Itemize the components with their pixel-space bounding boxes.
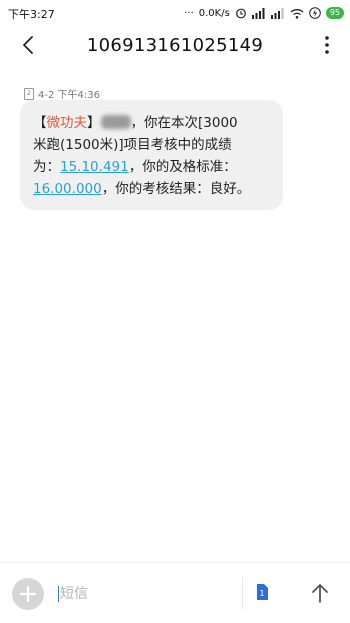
bracket-open: 【 bbox=[33, 115, 47, 131]
header: 106913161025149 bbox=[0, 26, 350, 64]
message-line-1: 【微功夫】 ，你在本次[3000 bbox=[33, 112, 273, 134]
composer-bar: 短信 1 bbox=[0, 562, 350, 623]
network-speed: 0.0K/s bbox=[198, 7, 230, 19]
sim-indicator-icon: 2 bbox=[24, 87, 34, 100]
attach-button[interactable] bbox=[12, 578, 44, 610]
standard-prefix: ，你的及格标准： bbox=[128, 159, 237, 175]
message-line-4: 16.00.000，你的考核结果：良好。 bbox=[33, 178, 273, 200]
score-prefix: 为： bbox=[33, 159, 60, 175]
composer-divider bbox=[242, 577, 243, 609]
status-time: 下午3:27 bbox=[8, 8, 55, 21]
alarm-icon bbox=[235, 8, 246, 19]
score-link[interactable]: 15.10.491 bbox=[60, 159, 129, 175]
status-bar: 下午3:27 ··· 0.0K/s 95 bbox=[0, 0, 350, 26]
charging-icon bbox=[309, 7, 321, 19]
signal-icon bbox=[251, 7, 265, 19]
message-date: 4-2 下午4:36 bbox=[38, 90, 100, 101]
message-input-placeholder: 短信 bbox=[60, 586, 88, 602]
message-line-2: 米跑(1500米)]项目考核中的成绩 bbox=[33, 137, 232, 153]
message-line-3: 为：15.10.491，你的及格标准： bbox=[33, 156, 273, 178]
plus-icon bbox=[19, 585, 37, 603]
status-icons: ··· 0.0K/s 95 bbox=[184, 5, 344, 21]
bracket-close: 】 bbox=[87, 115, 101, 131]
message-input[interactable]: 短信 bbox=[54, 575, 246, 613]
text-caret bbox=[58, 586, 59, 602]
notification-dots: ··· bbox=[184, 7, 194, 19]
sender-tag: 微功夫 bbox=[46, 115, 88, 131]
sim-select-label: 1 bbox=[259, 589, 264, 598]
signal-icon-2 bbox=[270, 7, 284, 19]
message-line-1-rest: ，你在本次[3000 bbox=[130, 115, 238, 131]
message-meta: 2 4-2 下午4:36 bbox=[24, 86, 100, 101]
battery-icon: 95 bbox=[325, 7, 344, 19]
result-text: ，你的考核结果：良好。 bbox=[101, 181, 251, 197]
redacted-name bbox=[100, 115, 131, 129]
standard-link[interactable]: 16.00.000 bbox=[33, 181, 102, 197]
conversation-title: 106913161025149 bbox=[86, 35, 264, 56]
wifi-icon bbox=[290, 8, 304, 19]
more-menu-icon[interactable] bbox=[322, 34, 332, 56]
sim-select-icon[interactable]: 1 bbox=[255, 583, 269, 601]
message-bubble[interactable]: 【微功夫】 ，你在本次[3000 米跑(1500米)]项目考核中的成绩 为：15.… bbox=[20, 100, 283, 210]
send-arrow-icon[interactable] bbox=[309, 581, 331, 605]
